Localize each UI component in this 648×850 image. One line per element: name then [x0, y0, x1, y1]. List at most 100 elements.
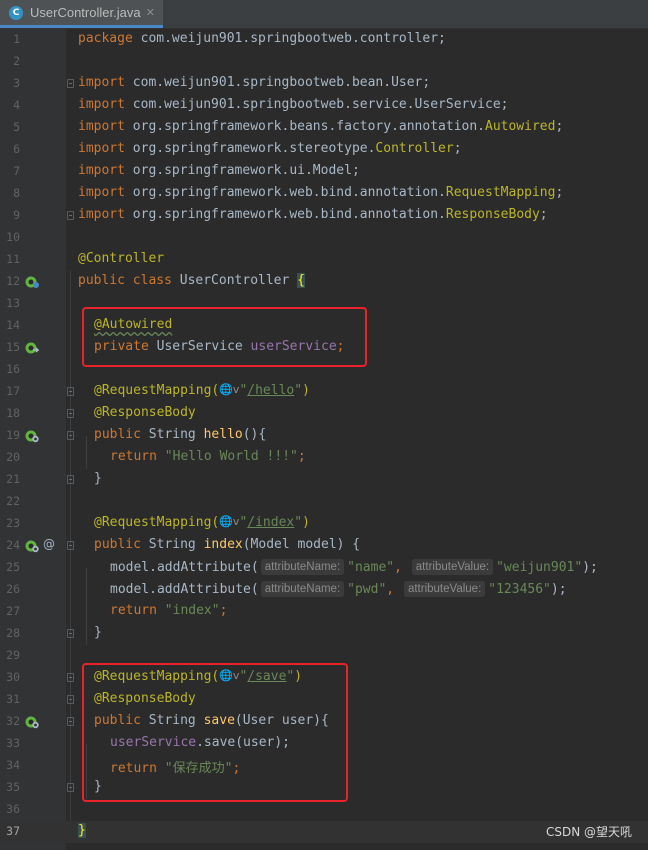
spring-bean-icon[interactable] — [25, 275, 39, 289]
line-number: 37 — [6, 824, 20, 838]
fold-icon[interactable] — [67, 695, 74, 704]
fold-icon[interactable] — [67, 387, 74, 396]
code-line: 28 } — [0, 623, 648, 645]
fold-icon[interactable] — [67, 783, 74, 792]
fold-icon[interactable] — [67, 629, 74, 638]
parameter-hint: attributeName: — [260, 581, 345, 597]
fold-icon[interactable] — [67, 475, 74, 484]
autowired-navigate-icon[interactable] — [25, 341, 39, 355]
close-icon[interactable]: ✕ — [146, 6, 155, 19]
globe-icon[interactable]: 🌐v — [219, 515, 239, 528]
method-call: model.addAttribute( — [110, 582, 259, 597]
import-path: com.weijun901.springbootweb.bean.User; — [124, 75, 431, 90]
code-line: 3 import com.weijun901.springbootweb.bea… — [0, 73, 648, 95]
annotation: @ResponseBody — [94, 405, 196, 420]
semicolon: ; — [453, 141, 462, 156]
line-number: 21 — [6, 472, 20, 486]
comma: , — [394, 560, 410, 575]
watermark: CSDN @望天吼 — [545, 825, 632, 839]
code-line: 17 @RequestMapping(🌐v"/hello") — [0, 381, 648, 403]
fold-icon[interactable] — [67, 211, 74, 220]
line-number: 2 — [13, 54, 20, 68]
string-literal: "pwd" — [347, 582, 387, 597]
highlight-box-autowired — [82, 307, 367, 367]
line-number: 23 — [6, 516, 20, 530]
line-number: 12 — [6, 274, 20, 288]
fold-icon[interactable] — [67, 79, 74, 88]
fold-icon[interactable] — [67, 717, 74, 726]
web-endpoint-icon[interactable] — [25, 715, 39, 729]
import-path: com.weijun901.springbootweb.service.User… — [124, 97, 509, 112]
line-number: 4 — [13, 98, 20, 112]
line-number: 11 — [6, 252, 20, 266]
fold-icon[interactable] — [67, 673, 74, 682]
import-path: org.springframework.beans.factory.annota… — [124, 119, 485, 134]
line-number: 29 — [6, 648, 20, 662]
code-line: 11 @Controller — [0, 249, 648, 271]
method-name: hello — [203, 427, 243, 442]
line-number: 30 — [6, 670, 20, 684]
class-name: UserController — [171, 273, 298, 288]
call-end: ); — [550, 582, 567, 597]
keyword: import — [78, 75, 125, 90]
url-path[interactable]: /hello — [247, 383, 294, 398]
code-line: 21 } — [0, 469, 648, 491]
line-number: 7 — [13, 164, 20, 178]
semicolon: ; — [219, 603, 228, 618]
code-line: 22 — [0, 491, 648, 513]
annotation: @Controller — [78, 251, 165, 266]
keyword: public — [94, 537, 141, 552]
file-tab-label: UserController.java — [30, 5, 141, 20]
url-path[interactable]: /index — [247, 515, 294, 530]
keyword: import — [78, 207, 125, 222]
line-number: 25 — [6, 560, 20, 574]
keyword: import — [78, 185, 125, 200]
line-number: 1 — [13, 32, 20, 46]
at-icon[interactable]: @ — [43, 537, 55, 551]
method-signature: (){ — [242, 427, 267, 442]
globe-icon[interactable]: 🌐v — [219, 383, 239, 396]
class-c-icon: C — [9, 5, 23, 20]
line-number: 3 — [13, 76, 20, 90]
paren: ) — [302, 383, 310, 398]
line-number: 8 — [13, 186, 20, 200]
string-literal: "weijun901" — [496, 560, 583, 575]
line-number: 26 — [6, 582, 20, 596]
brace: } — [78, 823, 86, 838]
import-path: org.springframework.ui.Model; — [124, 163, 360, 178]
line-number: 6 — [13, 142, 20, 156]
line-number: 9 — [13, 208, 20, 222]
code-line: 23 @RequestMapping(🌐v"/index") — [0, 513, 648, 535]
parameter-hint: attributeName: — [260, 559, 345, 575]
line-number: 24 — [6, 538, 20, 552]
line-number: 22 — [6, 494, 20, 508]
fold-icon[interactable] — [67, 541, 74, 550]
fold-icon[interactable] — [67, 409, 74, 418]
import-path: org.springframework.stereotype. — [124, 141, 376, 156]
brace: } — [94, 625, 102, 640]
keyword: import — [78, 163, 125, 178]
string-literal: "index" — [164, 603, 220, 618]
file-tab[interactable]: C UserController.java ✕ — [0, 0, 163, 28]
code-line: 26 model.addAttribute(attributeName: "pwd… — [0, 579, 648, 601]
line-number: 18 — [6, 406, 20, 420]
annotation-class: Controller — [375, 141, 454, 156]
parameter-hint: attributeValue: — [403, 581, 486, 597]
code-line: 24 @ public String index(Model model) { — [0, 535, 648, 557]
code-line: 4 import com.weijun901.springbootweb.ser… — [0, 95, 648, 117]
code-line: 9 import org.springframework.web.bind.an… — [0, 205, 648, 227]
line-number: 31 — [6, 692, 20, 706]
web-endpoint-icon[interactable] — [25, 539, 39, 553]
fold-icon[interactable] — [67, 431, 74, 440]
semicolon: ; — [539, 207, 548, 222]
string-literal: "name" — [347, 560, 395, 575]
web-endpoint-icon[interactable] — [25, 429, 39, 443]
line-number: 10 — [6, 230, 20, 244]
string-literal: "123456" — [488, 582, 551, 597]
method-call: model.addAttribute( — [110, 560, 259, 575]
line-number: 20 — [6, 450, 20, 464]
paren: ) — [302, 515, 310, 530]
code-line: 8 import org.springframework.web.bind.an… — [0, 183, 648, 205]
code-line: 36 — [0, 799, 648, 821]
keyword: public class — [78, 273, 172, 288]
